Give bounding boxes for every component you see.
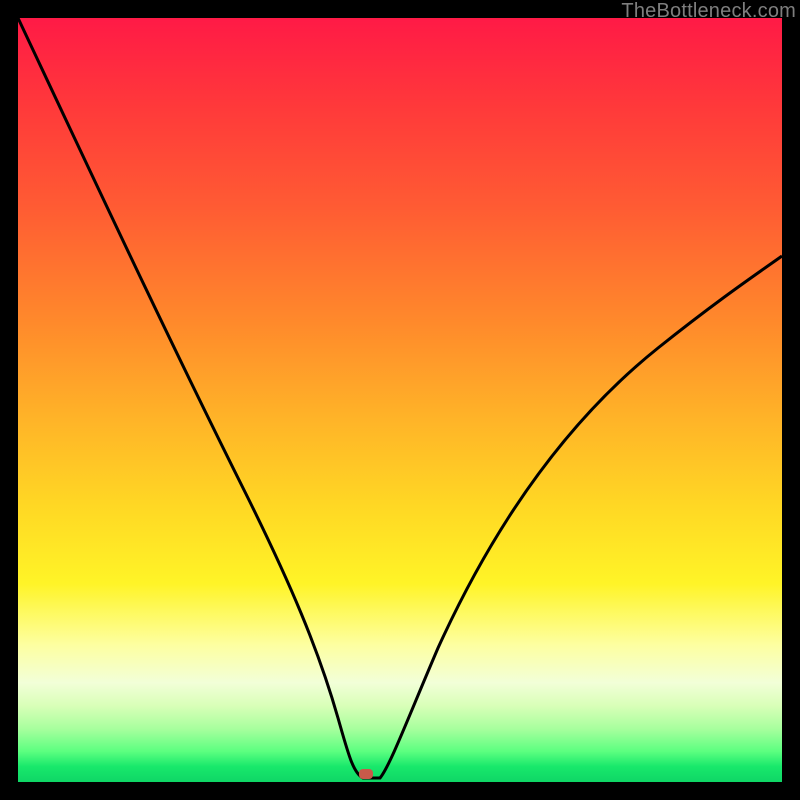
curve-svg — [18, 18, 782, 782]
plot-area — [18, 18, 782, 782]
chart-frame: TheBottleneck.com — [0, 0, 800, 800]
bottleneck-curve — [18, 18, 782, 778]
watermark-text: TheBottleneck.com — [621, 0, 796, 23]
optimal-marker — [359, 769, 373, 779]
